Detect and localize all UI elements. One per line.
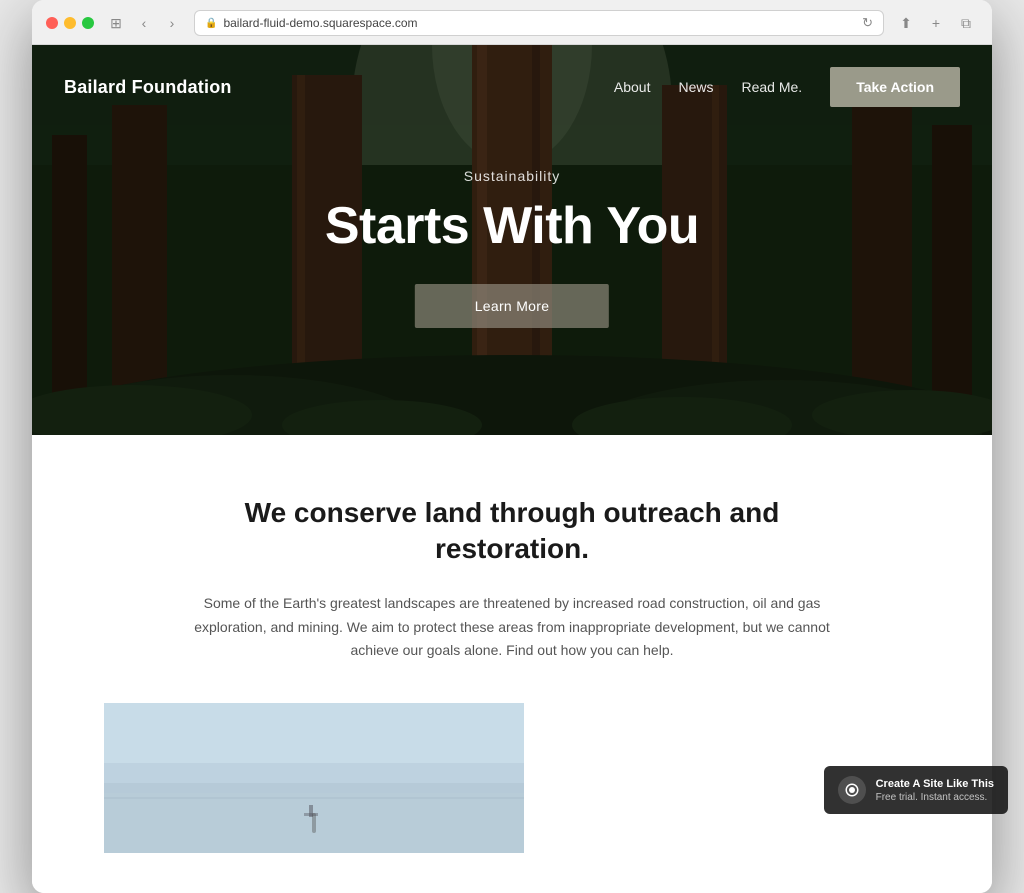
address-bar[interactable]: 🔒 bailard-fluid-demo.squarespace.com ↻ <box>194 10 884 36</box>
bottom-image <box>104 703 524 853</box>
squarespace-logo-icon <box>838 776 866 804</box>
hero-section: Bailard Foundation About News Read Me. T… <box>32 45 992 435</box>
badge-subtitle: Free trial. Instant access. <box>876 792 992 803</box>
new-tab-button[interactable]: + <box>924 11 948 35</box>
landscape-svg <box>104 703 524 853</box>
squarespace-badge[interactable]: Create A Site Like This Free trial. Inst… <box>824 766 992 814</box>
browser-chrome: ⊞ ‹ › 🔒 bailard-fluid-demo.squarespace.c… <box>32 0 992 45</box>
back-button[interactable]: ‹ <box>132 11 156 35</box>
reload-button[interactable]: ↻ <box>862 15 873 31</box>
learn-more-button[interactable]: Learn More <box>415 284 610 328</box>
forward-button[interactable]: › <box>160 11 184 35</box>
sidebar-toggle-button[interactable]: ⊞ <box>104 11 128 35</box>
minimize-button[interactable] <box>64 17 76 29</box>
site-logo[interactable]: Bailard Foundation <box>64 77 232 98</box>
nav-links: About News Read Me. Take Action <box>614 67 960 107</box>
browser-actions: ⬆ + ⧉ <box>894 11 978 35</box>
traffic-lights <box>46 17 94 29</box>
maximize-button[interactable] <box>82 17 94 29</box>
main-content-section: We conserve land through outreach and re… <box>32 435 992 893</box>
bottom-section <box>72 703 952 853</box>
close-button[interactable] <box>46 17 58 29</box>
browser-window: ⊞ ‹ › 🔒 bailard-fluid-demo.squarespace.c… <box>32 0 992 893</box>
section-body-text: Some of the Earth's greatest landscapes … <box>192 592 832 663</box>
nav-news[interactable]: News <box>678 79 713 95</box>
hero-content: Sustainability Starts With You Learn Mor… <box>325 168 699 328</box>
windows-button[interactable]: ⧉ <box>954 11 978 35</box>
browser-controls: ⊞ ‹ › <box>104 11 184 35</box>
hero-subtitle: Sustainability <box>325 168 699 184</box>
badge-text: Create A Site Like This Free trial. Inst… <box>876 778 992 803</box>
badge-title: Create A Site Like This <box>876 778 992 790</box>
navbar: Bailard Foundation About News Read Me. T… <box>32 45 992 129</box>
lock-icon: 🔒 <box>205 18 217 29</box>
nav-about[interactable]: About <box>614 79 651 95</box>
nav-read-me[interactable]: Read Me. <box>742 79 803 95</box>
section-headline: We conserve land through outreach and re… <box>242 495 782 568</box>
share-button[interactable]: ⬆ <box>894 11 918 35</box>
hero-title: Starts With You <box>325 196 699 256</box>
take-action-button[interactable]: Take Action <box>830 67 960 107</box>
url-text: bailard-fluid-demo.squarespace.com <box>223 16 417 30</box>
